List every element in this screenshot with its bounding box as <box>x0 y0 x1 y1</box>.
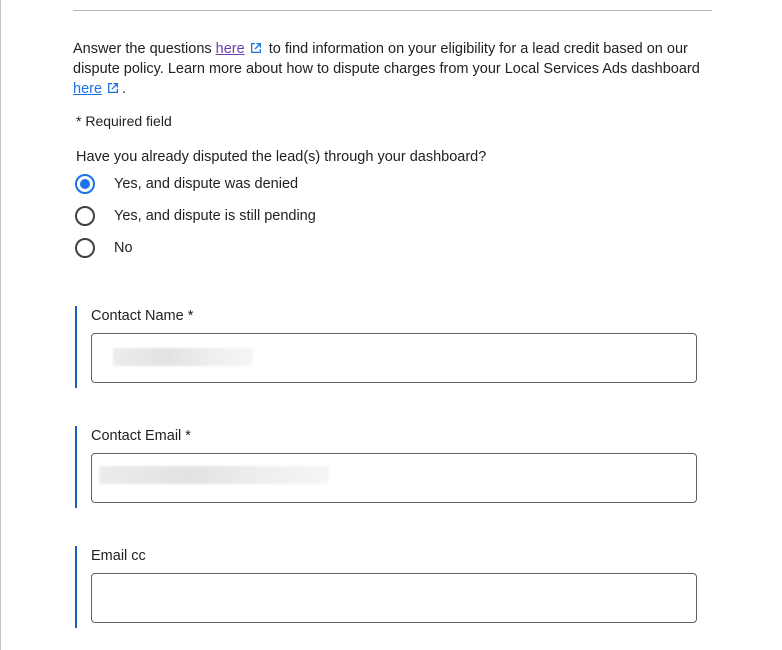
redacted-value <box>99 466 329 484</box>
radio-label-pending: Yes, and dispute is still pending <box>114 208 316 224</box>
radio-option-denied[interactable]: Yes, and dispute was denied <box>75 172 298 196</box>
radio-option-pending[interactable]: Yes, and dispute is still pending <box>75 204 316 228</box>
dashboard-dispute-link[interactable]: here <box>73 81 102 97</box>
radio-button[interactable] <box>75 206 95 226</box>
radio-button-checked[interactable] <box>75 174 95 194</box>
required-field-note: * Required field <box>76 113 172 129</box>
radio-button[interactable] <box>75 238 95 258</box>
intro-paragraph: Answer the questions here to find inform… <box>73 39 713 99</box>
external-link-icon[interactable] <box>107 82 119 94</box>
section-divider <box>73 10 712 11</box>
dispute-question-label: Have you already disputed the lead(s) th… <box>76 149 487 165</box>
email-cc-field: Email cc <box>75 546 699 628</box>
radio-option-no[interactable]: No <box>75 236 133 260</box>
redacted-value <box>113 348 253 366</box>
contact-name-field: Contact Name * <box>75 306 699 388</box>
contact-email-label: Contact Email * <box>91 428 191 444</box>
external-link-icon[interactable] <box>250 42 262 54</box>
questions-link[interactable]: here <box>216 41 245 57</box>
radio-label-denied: Yes, and dispute was denied <box>114 176 299 192</box>
email-cc-label: Email cc <box>91 548 146 564</box>
radio-label-no: No <box>114 240 133 256</box>
contact-name-label: Contact Name * <box>91 308 194 324</box>
form-page: Answer the questions here to find inform… <box>0 0 782 650</box>
contact-email-field: Contact Email * <box>75 426 699 508</box>
email-cc-input[interactable] <box>91 573 697 623</box>
intro-text-after: . <box>122 81 127 97</box>
intro-text-before: Answer the questions <box>73 41 216 57</box>
